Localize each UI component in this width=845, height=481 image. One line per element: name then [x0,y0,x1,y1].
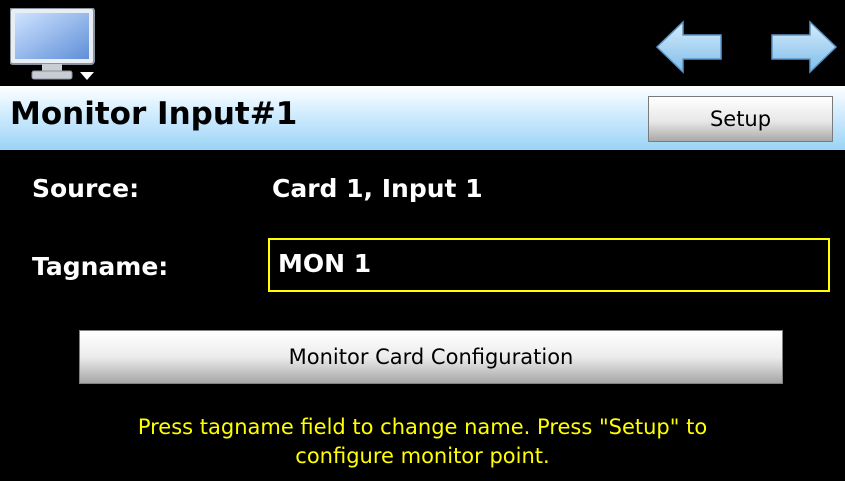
tagname-label: Tagname: [32,252,169,281]
help-text: Press tagname field to change name. Pres… [40,413,805,471]
monitor-icon [9,7,95,80]
monitor-menu-button[interactable] [9,7,98,82]
setup-button[interactable]: Setup [648,96,833,142]
help-text-line-1: Press tagname field to change name. Pres… [137,415,708,439]
arrow-left-icon [655,20,722,74]
forward-button[interactable] [770,20,838,74]
source-label: Source: [32,174,140,203]
title-bar: Monitor Input#1 Setup [0,86,845,150]
help-text-line-2: configure monitor point. [295,444,550,468]
monitor-card-configuration-button[interactable]: Monitor Card Configuration [79,330,783,384]
arrow-right-icon [771,20,838,74]
page-title: Monitor Input#1 [10,96,298,132]
tagname-field[interactable]: MON 1 [268,238,830,292]
back-button[interactable] [655,20,723,74]
source-value: Card 1, Input 1 [272,174,483,203]
top-bar [0,0,845,86]
